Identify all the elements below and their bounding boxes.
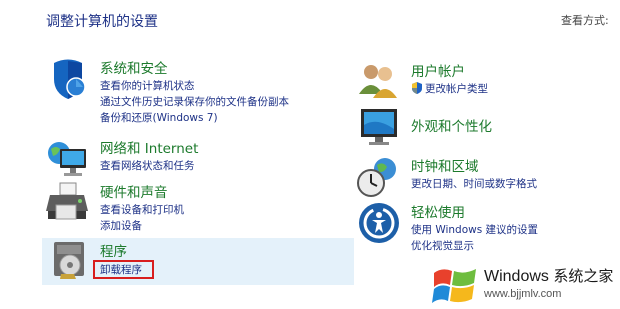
users-icon <box>357 60 401 104</box>
shield-icon <box>46 57 90 101</box>
category-user-accounts: 用户帐户 更改帐户类型 <box>357 60 607 100</box>
watermark-brand-name: Windows <box>484 268 549 285</box>
file-history-backup-link[interactable]: 通过文件历史记录保存你的文件备份副本 <box>100 94 289 110</box>
view-computer-status-link[interactable]: 查看你的计算机状态 <box>100 78 289 94</box>
optimize-visual-display-link[interactable]: 优化视觉显示 <box>411 238 538 254</box>
category-clock-region: 时钟和区域 更改日期、时间或数字格式 <box>357 155 607 197</box>
watermark-brand-suffix: 系统之家 <box>553 268 614 285</box>
change-account-type-link[interactable]: 更改帐户类型 <box>411 81 488 97</box>
category-ease-of-access: 轻松使用 使用 Windows 建议的设置 优化视觉显示 <box>357 201 607 254</box>
clock-region-title[interactable]: 时钟和区域 <box>411 155 479 175</box>
view-by-label: 查看方式: <box>561 14 609 27</box>
view-devices-printers-link[interactable]: 查看设备和打印机 <box>100 202 184 218</box>
uac-shield-icon <box>412 82 422 94</box>
network-internet-title[interactable]: 网络和 Internet <box>100 137 198 157</box>
ease-of-access-icon <box>357 201 401 245</box>
programs-disc-icon <box>52 240 92 280</box>
change-account-type-label: 更改帐户类型 <box>425 83 488 95</box>
appearance-title[interactable]: 外观和个性化 <box>411 115 492 135</box>
category-network-internet: 网络和 Internet 查看网络状态和任务 <box>46 137 346 177</box>
change-date-time-format-link[interactable]: 更改日期、时间或数字格式 <box>411 176 537 192</box>
recommended-settings-link[interactable]: 使用 Windows 建议的设置 <box>411 222 538 238</box>
system-security-title[interactable]: 系统和安全 <box>100 57 168 77</box>
windows-logo-icon <box>432 263 478 309</box>
monitor-icon <box>357 107 401 151</box>
uninstall-highlight-box <box>93 260 154 279</box>
add-device-link[interactable]: 添加设备 <box>100 218 184 234</box>
network-globe-icon <box>46 137 90 181</box>
watermark: Windows 系统之家 www.bjjmlv.com <box>432 263 618 307</box>
hardware-sound-title[interactable]: 硬件和声音 <box>100 181 168 201</box>
page-title: 调整计算机的设置 <box>46 14 158 30</box>
watermark-brand: Windows 系统之家 <box>484 265 613 286</box>
ease-of-access-title[interactable]: 轻松使用 <box>411 201 465 221</box>
backup-restore-link[interactable]: 备份和还原(Windows 7) <box>100 110 289 126</box>
clock-globe-icon <box>357 155 401 199</box>
category-system-security: 系统和安全 查看你的计算机状态 通过文件历史记录保存你的文件备份副本 备份和还原… <box>46 57 346 127</box>
watermark-url: www.bjjmlv.com <box>484 288 562 300</box>
printer-icon <box>46 181 90 225</box>
category-appearance: 外观和个性化 <box>357 107 607 147</box>
programs-title[interactable]: 程序 <box>100 240 127 260</box>
view-network-status-link[interactable]: 查看网络状态和任务 <box>100 158 195 174</box>
category-hardware-sound: 硬件和声音 查看设备和打印机 添加设备 <box>46 181 346 234</box>
user-accounts-title[interactable]: 用户帐户 <box>411 60 465 80</box>
